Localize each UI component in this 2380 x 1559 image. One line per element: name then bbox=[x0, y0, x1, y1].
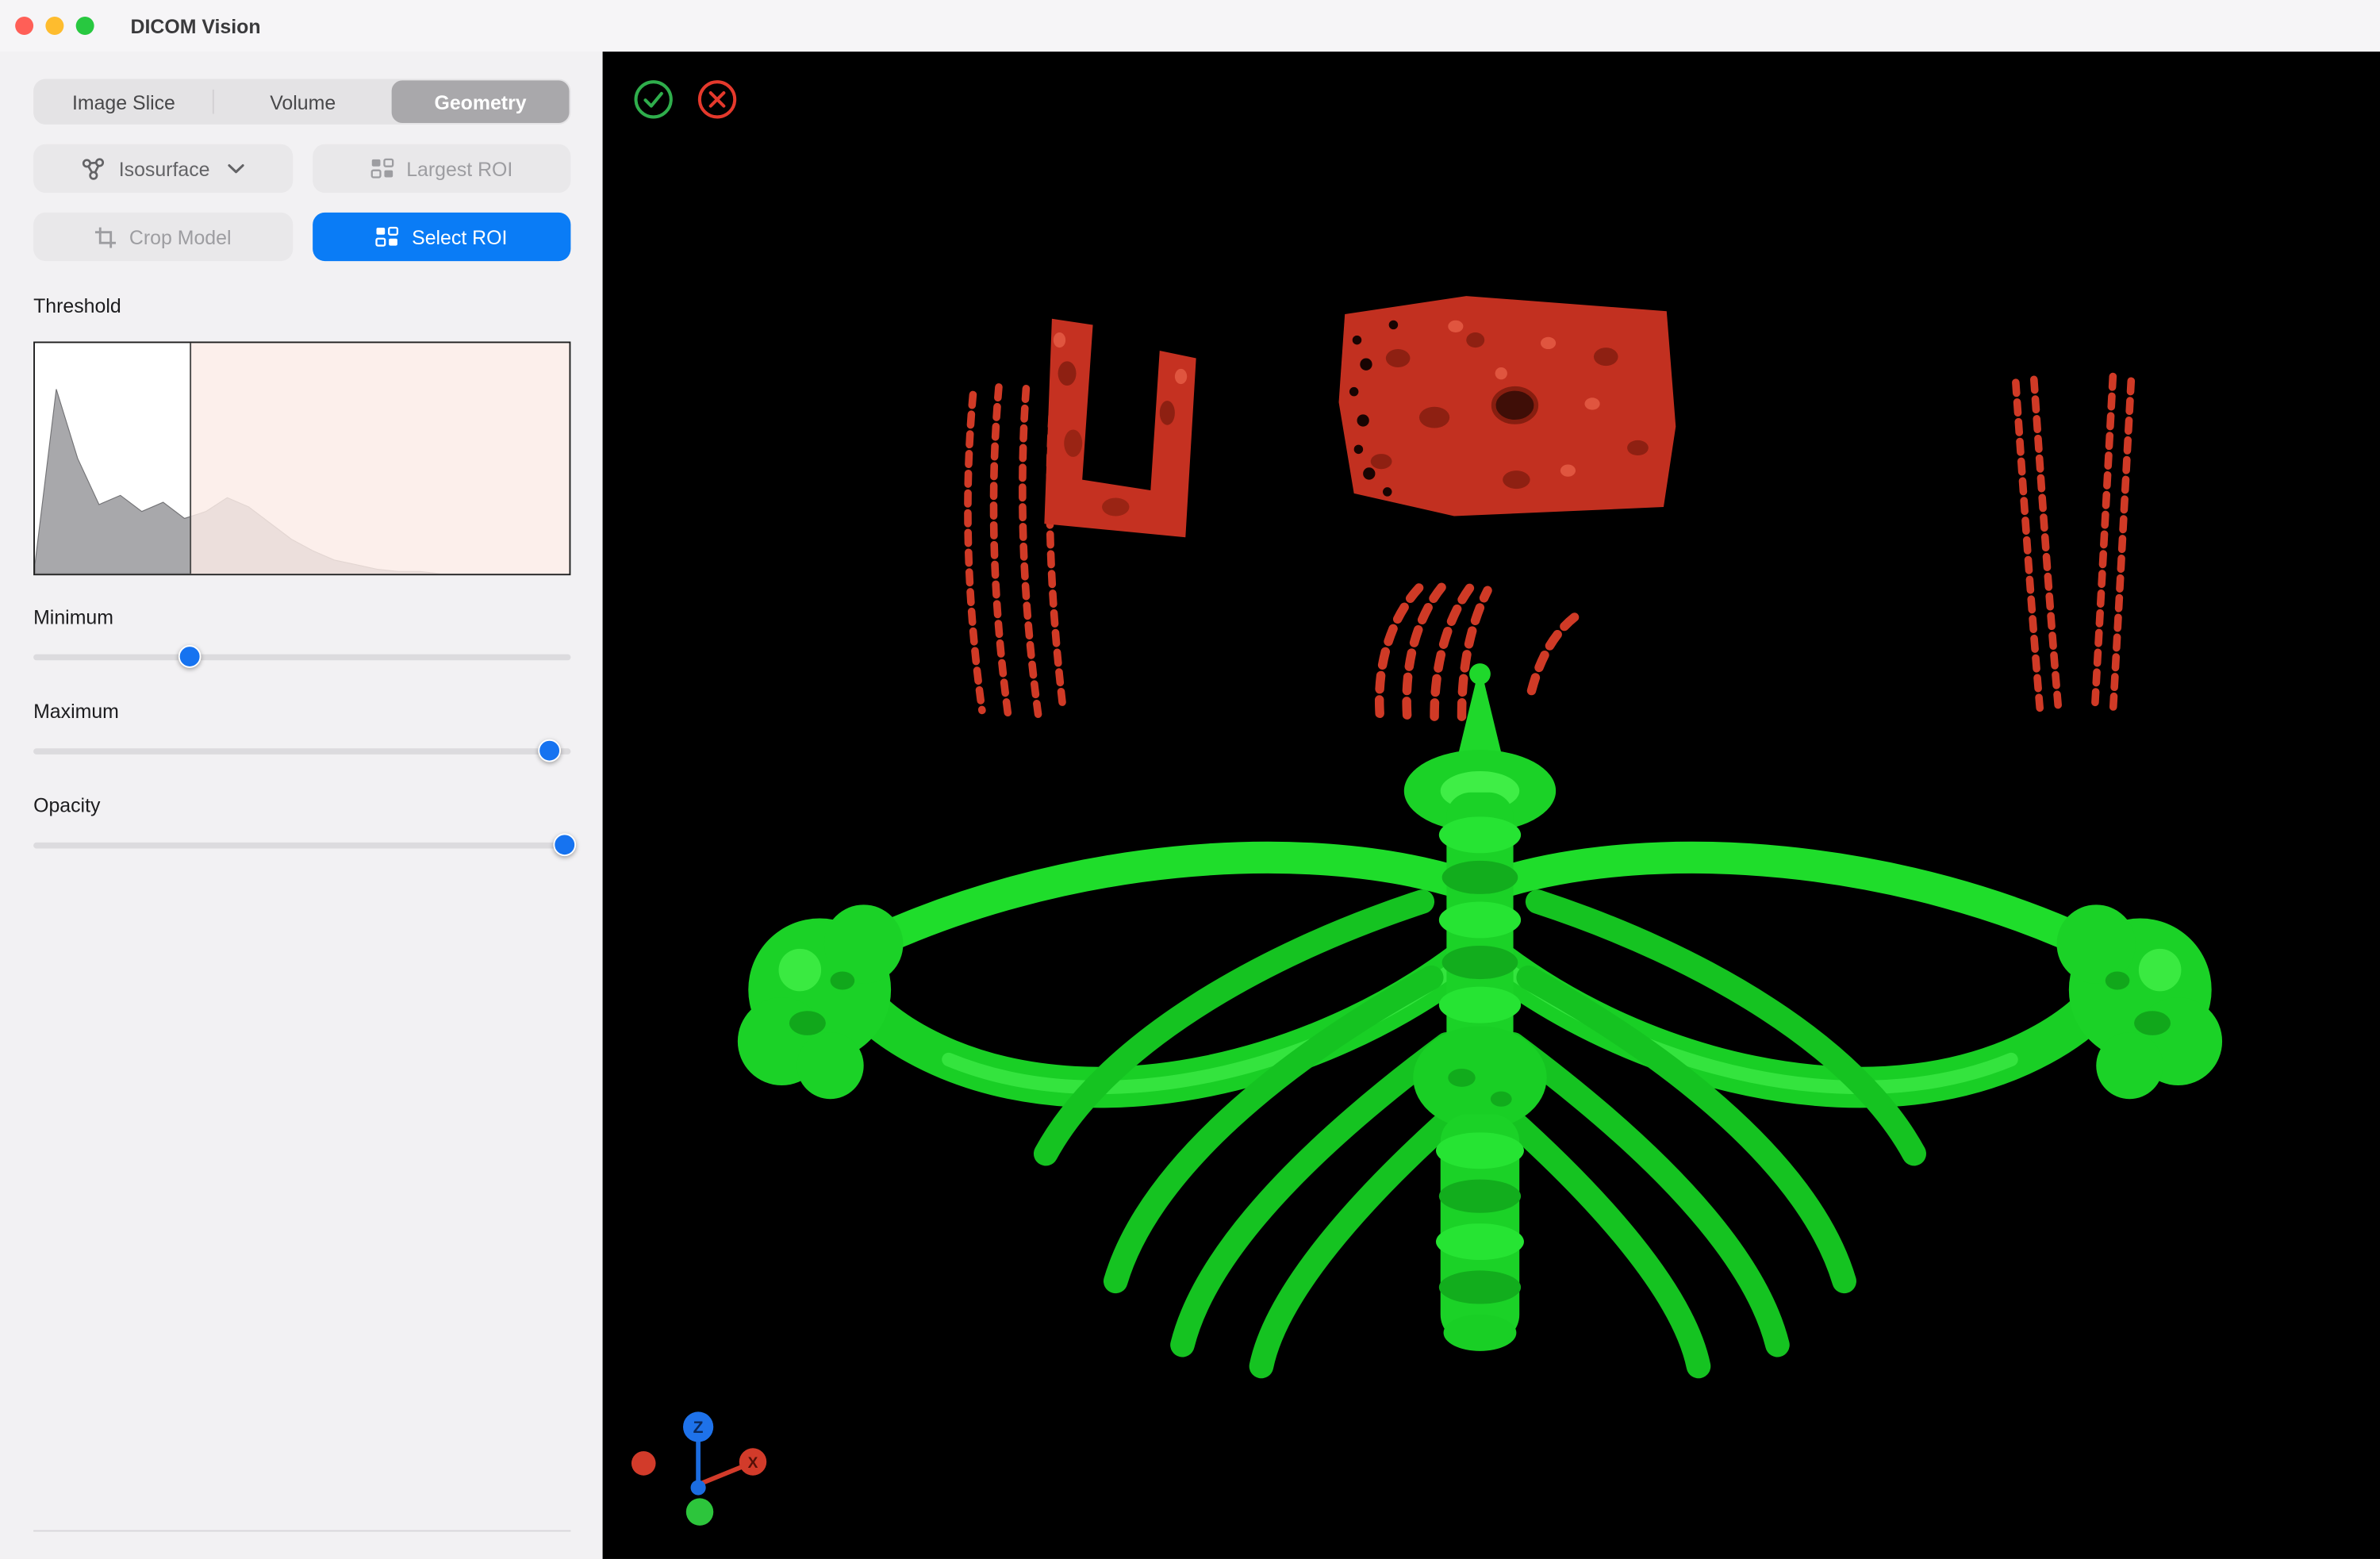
roi-large-block bbox=[1339, 296, 1676, 516]
volume-render-3d bbox=[603, 52, 2380, 1559]
select-roi-button[interactable]: Select ROI bbox=[312, 213, 570, 261]
opacity-label: Opacity bbox=[33, 794, 570, 817]
largest-roi-label: Largest ROI bbox=[406, 157, 512, 180]
window-title: DICOM Vision bbox=[131, 14, 261, 37]
maximum-label: Maximum bbox=[33, 700, 570, 723]
sidebar: Image Slice Volume Geometry Isosurface bbox=[0, 52, 603, 1559]
axis-x-label: X bbox=[748, 1455, 758, 1472]
tab-image-slice[interactable]: Image Slice bbox=[35, 80, 213, 123]
bone-green-structures bbox=[738, 663, 2222, 1366]
confirm-roi-button[interactable] bbox=[633, 79, 674, 120]
minimum-label: Minimum bbox=[33, 605, 570, 628]
cancel-roi-button[interactable] bbox=[697, 79, 738, 120]
close-window-button[interactable] bbox=[15, 17, 33, 35]
axis-origin-dot bbox=[691, 1480, 706, 1495]
axis-y-ball[interactable] bbox=[686, 1498, 713, 1525]
minimize-window-button[interactable] bbox=[45, 17, 63, 35]
largest-roi-button[interactable]: Largest ROI bbox=[312, 144, 570, 193]
roi-grid-icon bbox=[375, 226, 400, 248]
threshold-label: Threshold bbox=[33, 294, 570, 317]
threshold-selection[interactable] bbox=[190, 343, 569, 574]
view-mode-tabs: Image Slice Volume Geometry bbox=[33, 79, 570, 124]
minimum-slider-thumb[interactable] bbox=[178, 645, 201, 668]
axis-neg-x-ball[interactable] bbox=[631, 1451, 656, 1476]
maximum-slider-thumb[interactable] bbox=[538, 739, 561, 762]
tab-geometry[interactable]: Geometry bbox=[392, 80, 570, 123]
crop-model-label: Crop Model bbox=[129, 225, 232, 248]
maximum-slider-track[interactable] bbox=[33, 748, 570, 755]
app-window: DICOM Vision Image Slice Volume Geometry bbox=[0, 0, 2380, 1559]
roi-red-structures bbox=[968, 296, 2131, 716]
isosurface-dropdown[interactable]: Isosurface bbox=[33, 144, 292, 193]
maximum-slider[interactable] bbox=[33, 738, 570, 764]
tab-volume[interactable]: Volume bbox=[214, 80, 392, 123]
zoom-window-button[interactable] bbox=[76, 17, 94, 35]
render-viewport[interactable]: Z X bbox=[603, 52, 2380, 1559]
isosurface-icon bbox=[81, 156, 107, 182]
traffic-lights bbox=[15, 17, 94, 35]
minimum-slider-track[interactable] bbox=[33, 655, 570, 661]
opacity-slider[interactable] bbox=[33, 831, 570, 858]
opacity-slider-track[interactable] bbox=[33, 843, 570, 849]
minimum-slider[interactable] bbox=[33, 643, 570, 670]
x-circle-icon bbox=[697, 79, 738, 120]
orientation-gizmo[interactable]: Z X bbox=[603, 1392, 816, 1558]
sidebar-bottom-divider bbox=[33, 1530, 570, 1532]
crop-model-button[interactable]: Crop Model bbox=[33, 213, 292, 261]
titlebar: DICOM Vision bbox=[0, 0, 2380, 52]
chevron-down-icon bbox=[228, 163, 244, 174]
opacity-slider-thumb[interactable] bbox=[554, 833, 577, 856]
crop-icon bbox=[94, 225, 117, 248]
threshold-histogram[interactable] bbox=[33, 341, 570, 575]
isosurface-label: Isosurface bbox=[119, 157, 210, 180]
axis-z-label: Z bbox=[693, 1419, 704, 1437]
roi-staple-block bbox=[1044, 319, 1196, 538]
check-circle-icon bbox=[633, 79, 674, 120]
roi-grid-icon bbox=[370, 158, 394, 179]
viewport-toolbar bbox=[633, 79, 738, 120]
select-roi-label: Select ROI bbox=[412, 225, 507, 248]
